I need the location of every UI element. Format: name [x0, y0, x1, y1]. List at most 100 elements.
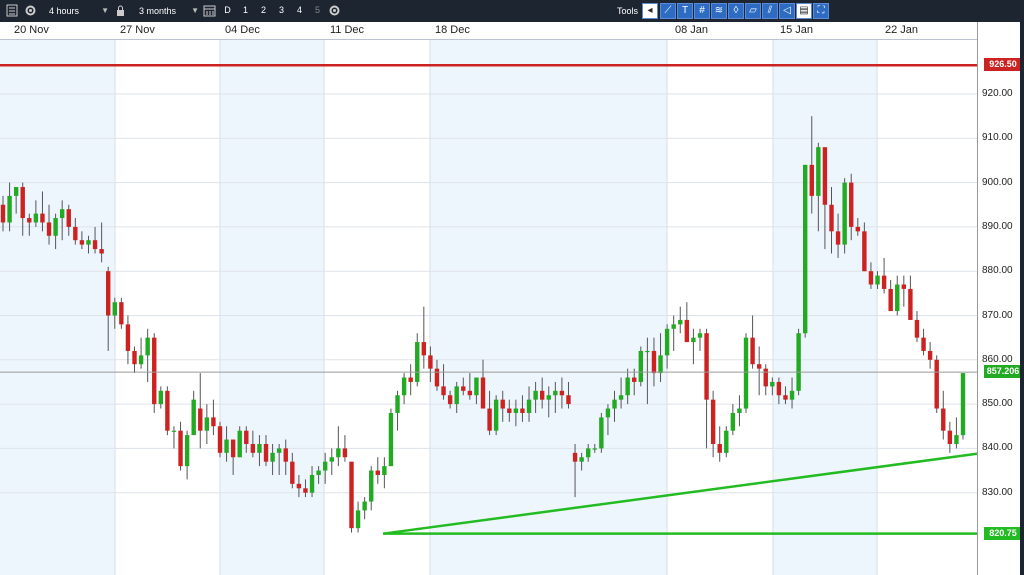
price-tick-label: 840.00	[982, 442, 1013, 454]
period-button-1[interactable]: 1	[238, 3, 253, 18]
range-value: 3 months	[139, 6, 177, 16]
candle-body-up	[770, 381, 775, 387]
date-label: 22 Jan	[885, 24, 919, 36]
candle	[796, 328, 801, 396]
candle	[684, 302, 690, 343]
candle	[178, 421, 183, 471]
candle-body-up	[526, 399, 532, 413]
candle-body-up	[743, 337, 749, 409]
settings-gear-icon[interactable]	[24, 4, 37, 17]
candle-body-down	[244, 430, 249, 444]
candle-body-down	[461, 386, 466, 391]
range-dropdown[interactable]: 3 months ▼	[133, 3, 201, 19]
candle	[678, 306, 683, 334]
candle	[697, 328, 703, 351]
week-shading	[0, 40, 877, 575]
candle-body-down	[934, 359, 939, 409]
candle-body-down	[539, 390, 545, 400]
grid-tool-icon[interactable]: #	[694, 3, 710, 19]
chart-list-icon[interactable]	[6, 4, 19, 17]
window-frame	[1020, 22, 1024, 575]
candle	[638, 346, 644, 387]
trend-line-tool-icon[interactable]: ⟋	[660, 3, 676, 19]
period-button-d[interactable]: D	[220, 3, 235, 18]
candle	[888, 280, 893, 312]
candle-body-down	[106, 271, 111, 316]
week-shade	[430, 40, 667, 575]
candle-body-down	[776, 381, 782, 396]
lock-icon[interactable]	[114, 4, 127, 17]
period-button-2[interactable]: 2	[256, 3, 271, 18]
price-tick-label: 830.00	[982, 486, 1013, 498]
candle	[401, 373, 407, 405]
price-axis: 920.00 910.00 900.00 890.00 880.00 870.00 860.…	[977, 22, 1024, 575]
candle	[895, 275, 900, 316]
candle-body-down	[79, 240, 85, 245]
candle-body-up	[336, 448, 341, 458]
candle-body-up	[638, 350, 644, 382]
period-button-3[interactable]: 3	[274, 3, 289, 18]
text-tool-icon[interactable]: T	[677, 3, 693, 19]
price-tick-label: 870.00	[982, 309, 1013, 321]
candle-body-up	[592, 448, 597, 450]
candle	[158, 386, 164, 409]
candle	[132, 346, 137, 374]
candle-body-down	[92, 240, 98, 250]
period-button-5[interactable]: 5	[310, 3, 325, 18]
candle-body-down	[99, 249, 104, 254]
candle-body-down	[73, 226, 78, 241]
candle-body-down	[881, 275, 887, 289]
candle-body-up	[671, 324, 676, 329]
candle-body-down	[198, 408, 203, 431]
candle	[165, 386, 170, 436]
candle	[388, 408, 394, 467]
fibonacci-tool-icon[interactable]: ≋	[711, 3, 727, 19]
candle	[763, 364, 768, 396]
candle-body-up	[184, 435, 190, 467]
channel-tool-icon[interactable]: ⫽	[762, 3, 778, 19]
candle-body-down	[888, 288, 893, 312]
price-tick-label: 920.00	[982, 88, 1013, 99]
price-tick-label: 900.00	[982, 176, 1013, 188]
candle-body-down	[684, 319, 690, 343]
candle-body-down	[704, 333, 709, 400]
shapes-tool-icon[interactable]: ▱	[745, 3, 761, 19]
chevron-down-icon: ▼	[101, 6, 109, 15]
candle-body-up	[204, 417, 210, 431]
gear-icon[interactable]	[328, 4, 341, 17]
candle	[960, 373, 966, 440]
candle-body-up	[59, 209, 65, 219]
price-marker-tool-icon[interactable]: ◊	[728, 3, 744, 19]
candle-body-up	[13, 187, 19, 196]
arrow-left-tool-icon[interactable]: ◂	[642, 3, 658, 19]
candle-body-down	[921, 337, 926, 351]
candle-body-down	[296, 483, 302, 489]
candle-body-up	[112, 302, 117, 316]
calendar-icon[interactable]	[203, 4, 216, 17]
candle-body-down	[178, 430, 183, 467]
share-tool-icon[interactable]: ⛶	[813, 3, 829, 19]
candle-body-up	[533, 390, 538, 400]
candle-body-down	[914, 319, 920, 338]
candle	[927, 342, 933, 369]
candle-body-down	[927, 350, 933, 360]
candle-body-down	[434, 368, 440, 387]
candle-body-down	[862, 231, 867, 272]
candle-body-up	[599, 417, 604, 449]
candle-body-down	[507, 408, 512, 413]
candle-body-up	[395, 395, 400, 413]
price-chart[interactable]	[0, 40, 977, 575]
chart-toolbar: 4 hours ▼ 3 months ▼ D 1 2 3 4 5 Tools ◂…	[0, 0, 1024, 23]
interval-value: 4 hours	[49, 6, 80, 16]
candle-body-down	[349, 461, 354, 529]
print-icon[interactable]: ▤	[796, 3, 812, 19]
candle-body-up	[401, 377, 407, 396]
current-price-tag: 857.206	[984, 365, 1022, 379]
interval-dropdown[interactable]: 4 hours ▼	[43, 3, 111, 19]
period-button-4[interactable]: 4	[292, 3, 307, 18]
candle	[756, 346, 762, 396]
candle	[119, 297, 124, 329]
candle-body-up	[513, 408, 519, 413]
candle-body-down	[447, 395, 453, 405]
annotation-tool-icon[interactable]: ◁	[779, 3, 795, 19]
